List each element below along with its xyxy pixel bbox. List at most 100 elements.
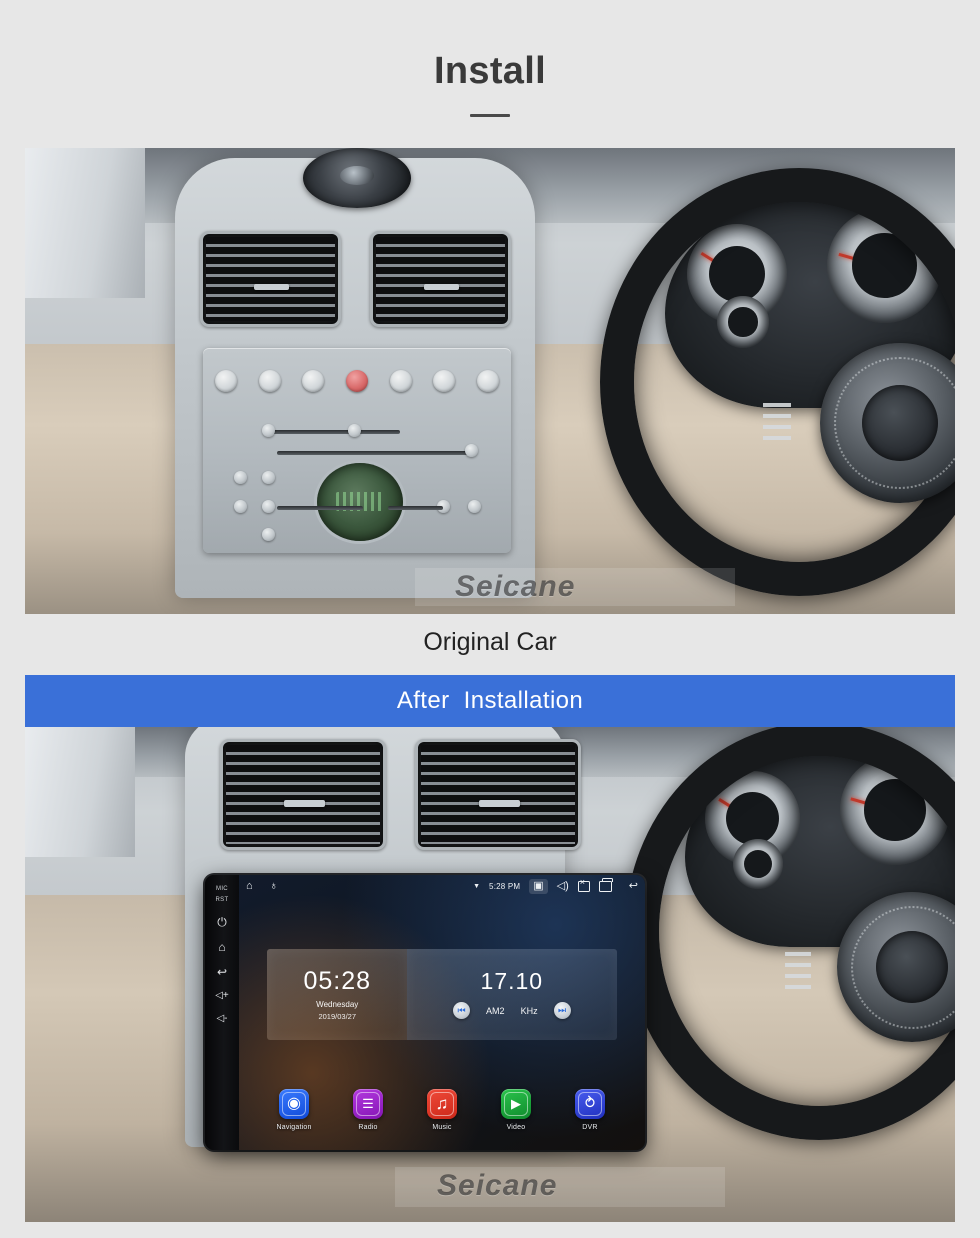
car-interior-scene-installed: MIC RST ⏻ ⌂ ↩ ◁+ ◁- ⌂ ♁ ▼ 5:28 PM ▣ ◁) ×…: [25, 727, 955, 1222]
vent-louvers: [421, 745, 575, 844]
radio-icon[interactable]: ☰: [352, 1088, 383, 1119]
preset-button: [215, 369, 238, 392]
clock-date: 2019/03/27: [318, 1011, 356, 1021]
android-head-unit[interactable]: MIC RST ⏻ ⌂ ↩ ◁+ ◁- ⌂ ♁ ▼ 5:28 PM ▣ ◁) ×…: [205, 875, 645, 1150]
app-music[interactable]: ♫ Music: [407, 1088, 476, 1131]
head-unit-bezel: MIC RST ⏻ ⌂ ↩ ◁+ ◁-: [205, 875, 239, 1150]
vent-knob: [424, 283, 460, 290]
icon-ring: [429, 1091, 454, 1116]
back-button-icon[interactable]: ↩: [217, 966, 227, 978]
icon-ring: [577, 1091, 602, 1116]
preset-button: [302, 369, 325, 392]
app-dvr[interactable]: ⥁ DVR: [555, 1088, 624, 1131]
fader-knob-mid: [347, 423, 361, 437]
previous-station-button[interactable]: ⏮: [453, 1002, 471, 1020]
radio-band: AM2: [486, 1005, 505, 1016]
dvr-icon[interactable]: ⥁: [574, 1088, 605, 1119]
hazard-button: [345, 369, 368, 392]
video-label: Video: [506, 1123, 526, 1131]
home-icon[interactable]: ⌂: [246, 880, 253, 892]
balance-slider-right: [387, 505, 444, 510]
microphone-icon[interactable]: ♁: [270, 880, 278, 892]
preset-button: [389, 369, 412, 392]
title-divider: [470, 113, 510, 117]
vent-louvers: [226, 745, 380, 844]
icon-ring: [282, 1091, 306, 1116]
control-knob: [261, 499, 275, 513]
fader-slider-bottom: [276, 450, 468, 455]
radio-controls: ⏮ AM2 KHz ⏭: [407, 1002, 617, 1020]
recents-icon[interactable]: [598, 878, 613, 892]
app-video[interactable]: ▶ Video: [481, 1088, 550, 1131]
fader-slider-top: [270, 430, 401, 434]
next-station-button[interactable]: ⏭: [553, 1002, 571, 1020]
air-vent-left: [220, 739, 386, 850]
navigation-icon[interactable]: ◉: [279, 1088, 309, 1119]
radio-label: Radio: [358, 1123, 378, 1131]
balance-slider: [276, 505, 364, 510]
music-label: Music: [432, 1123, 452, 1131]
radio-unit: KHz: [520, 1005, 538, 1016]
close-icon[interactable]: [577, 878, 590, 892]
head-unit-screen[interactable]: ⌂ ♁ ▼ 5:28 PM ▣ ◁) ↩: [239, 875, 645, 1150]
steering-wheel-controls: [763, 403, 791, 443]
a-pillar: [25, 727, 135, 857]
vent-knob: [254, 283, 290, 290]
app-radio[interactable]: ☰ Radio: [333, 1088, 402, 1131]
car-interior-scene: Seicane: [25, 148, 955, 614]
control-knob: [233, 499, 247, 513]
icon-ring: [355, 1091, 380, 1116]
clock-weekday: Wednesday: [316, 999, 359, 1009]
vent-louvers: [376, 237, 505, 321]
volume-icon[interactable]: ◁): [557, 880, 569, 892]
original-car-caption: Original Car: [423, 628, 557, 656]
after-installation-photo: MIC RST ⏻ ⌂ ↩ ◁+ ◁- ⌂ ♁ ▼ 5:28 PM ▣ ◁) ×…: [25, 727, 955, 1222]
original-car-photo: Seicane: [25, 148, 955, 614]
navigation-label: Navigation: [276, 1123, 312, 1131]
preset-button: [476, 369, 499, 392]
status-clock: 5:28 PM: [489, 881, 521, 891]
mic-label: MIC: [216, 886, 228, 892]
vent-knob: [478, 799, 521, 808]
control-knob: [233, 471, 247, 484]
air-vent-right: [415, 739, 581, 850]
volume-up-button-icon[interactable]: ◁+: [215, 991, 229, 1001]
stereo-display: [316, 462, 403, 541]
after-installation-banner: After Installation: [25, 675, 955, 727]
app-dock: ◉ Navigation ☰ Radio ♫ Music ▶ Video ⥁ D…: [259, 1088, 624, 1131]
control-knob: [261, 528, 275, 542]
power-button-icon[interactable]: ⏻: [217, 916, 227, 928]
control-knob: [261, 471, 275, 484]
wifi-icon: ▼: [473, 882, 481, 890]
dash-sensor-pod: [303, 148, 411, 208]
control-knob: [467, 499, 481, 513]
reset-label: RST: [215, 897, 229, 903]
fader-knob-right: [464, 444, 478, 458]
air-vent-right: [370, 231, 511, 327]
dvr-label: DVR: [582, 1123, 598, 1131]
preset-button: [433, 369, 456, 392]
clock-widget[interactable]: 05:28 Wednesday 2019/03/27: [267, 949, 408, 1040]
a-pillar: [25, 148, 145, 298]
music-icon[interactable]: ♫: [426, 1088, 457, 1119]
preset-button: [258, 369, 281, 392]
fader-knob-left: [261, 423, 275, 437]
vent-knob: [283, 799, 326, 808]
vent-louvers: [206, 237, 335, 321]
volume-down-button-icon[interactable]: ◁-: [216, 1014, 227, 1024]
video-icon[interactable]: ▶: [500, 1088, 531, 1119]
steering-wheel-controls: [785, 952, 811, 990]
icon-ring: [503, 1091, 528, 1116]
radio-widget[interactable]: 17.10 ⏮ AM2 KHz ⏭: [407, 949, 617, 1040]
home-widgets: 05:28 Wednesday 2019/03/27 17.10 ⏮ AM2 K…: [267, 949, 617, 1040]
app-navigation[interactable]: ◉ Navigation: [259, 1088, 328, 1131]
preset-button-row: [215, 360, 499, 401]
clock-time: 05:28: [303, 966, 372, 995]
air-vent-left: [200, 231, 341, 327]
home-button-icon[interactable]: ⌂: [218, 941, 225, 953]
status-bar: ⌂ ♁ ▼ 5:28 PM ▣ ◁) ↩: [239, 875, 645, 897]
camera-icon[interactable]: ▣: [529, 878, 548, 894]
back-icon[interactable]: ↩: [629, 880, 638, 892]
factory-stereo-panel: [203, 348, 511, 553]
radio-frequency: 17.10: [480, 968, 544, 995]
